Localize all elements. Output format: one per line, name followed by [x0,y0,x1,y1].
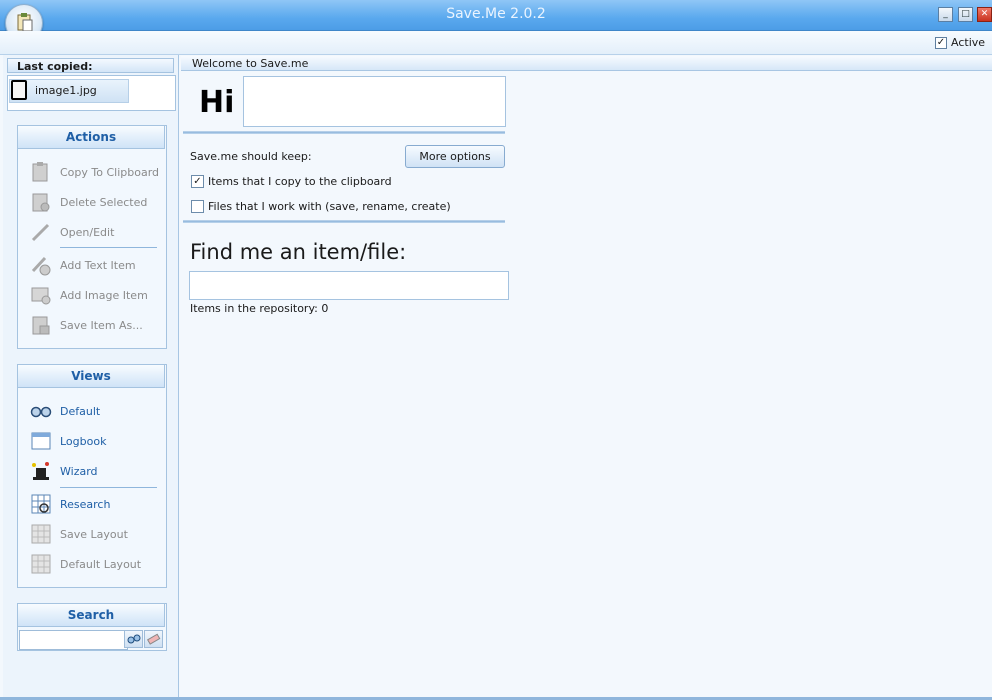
logbook-icon [31,432,51,450]
add-image-icon [31,287,51,305]
save-layout-icon [31,524,51,544]
view-logbook-label: Logbook [60,435,107,448]
default-layout-label: Default Layout [60,558,142,571]
minimize-button[interactable]: _ [938,7,953,22]
section-divider [183,220,505,223]
delete-selected-item[interactable]: Delete Selected [30,191,160,215]
file-icon [11,80,27,100]
copy-to-clipboard-item[interactable]: Copy To Clipboard [30,161,160,185]
save-item-as-item[interactable]: Save Item As... [30,314,160,338]
open-edit-label: Open/Edit [60,226,115,239]
files-checkbox[interactable] [191,200,204,213]
last-copied-file-name: image1.jpg [35,84,97,97]
maximize-button[interactable]: □ [958,7,973,22]
research-grid-icon [31,494,51,514]
search-title: Search [17,603,165,627]
more-options-button[interactable]: More options [405,145,505,168]
actions-divider [60,247,157,248]
view-research-label: Research [60,498,111,511]
repository-count: Items in the repository: 0 [190,302,329,315]
search-input[interactable] [19,630,128,650]
views-divider [60,487,157,488]
find-input[interactable] [189,271,509,300]
window-title: Save.Me 2.0.2 [446,6,546,22]
pencil-icon [31,223,50,242]
welcome-text-box [243,76,506,127]
view-logbook-item[interactable]: Logbook [30,430,160,454]
clipboard-items-label[interactable]: Items that I copy to the clipboard [208,175,392,188]
greeting-text: Hi [199,85,235,120]
add-image-label: Add Image Item [60,289,148,302]
save-item-as-label: Save Item As... [60,319,143,332]
section-divider [183,131,505,134]
close-button[interactable]: ✕ [977,7,992,22]
active-checkbox[interactable]: ✓ [935,37,947,49]
delete-icon [32,193,50,212]
open-edit-item[interactable]: Open/Edit [30,221,160,245]
search-glasses-icon [127,634,141,644]
eraser-icon [146,633,161,645]
copy-to-clipboard-label: Copy To Clipboard [60,166,160,179]
glasses-icon [30,406,52,418]
search-go-button[interactable] [124,630,143,648]
view-default-label: Default [60,405,101,418]
main-header: Welcome to Save.me [181,56,992,71]
save-layout-label: Save Layout [60,528,128,541]
default-layout-item[interactable]: Default Layout [30,553,160,577]
keep-label: Save.me should keep: [190,150,312,163]
view-research-item[interactable]: Research [30,493,160,517]
search-clear-button[interactable] [144,630,163,648]
view-default-item[interactable]: Default [30,400,160,424]
ribbon-bar [0,31,992,55]
add-text-item[interactable]: Add Text Item [30,254,160,278]
find-label: Find me an item/file: [190,240,407,264]
save-layout-item[interactable]: Save Layout [30,523,160,547]
active-label: Active [951,36,986,49]
save-icon [32,316,50,335]
add-text-label: Add Text Item [60,259,136,272]
last-copied-header: Last copied: [7,58,174,73]
files-label[interactable]: Files that I work with (save, rename, cr… [208,200,451,213]
add-text-icon [31,256,51,276]
default-layout-icon [31,554,51,574]
add-image-item[interactable]: Add Image Item [30,284,160,308]
actions-title: Actions [17,125,165,149]
views-title: Views [17,364,165,388]
wizard-hat-icon [32,462,49,480]
clipboard-items-checkbox[interactable]: ✓ [191,175,204,188]
view-wizard-item[interactable]: Wizard [30,460,160,484]
clipboard-icon [32,162,48,182]
view-wizard-label: Wizard [60,465,98,478]
delete-selected-label: Delete Selected [60,196,148,209]
